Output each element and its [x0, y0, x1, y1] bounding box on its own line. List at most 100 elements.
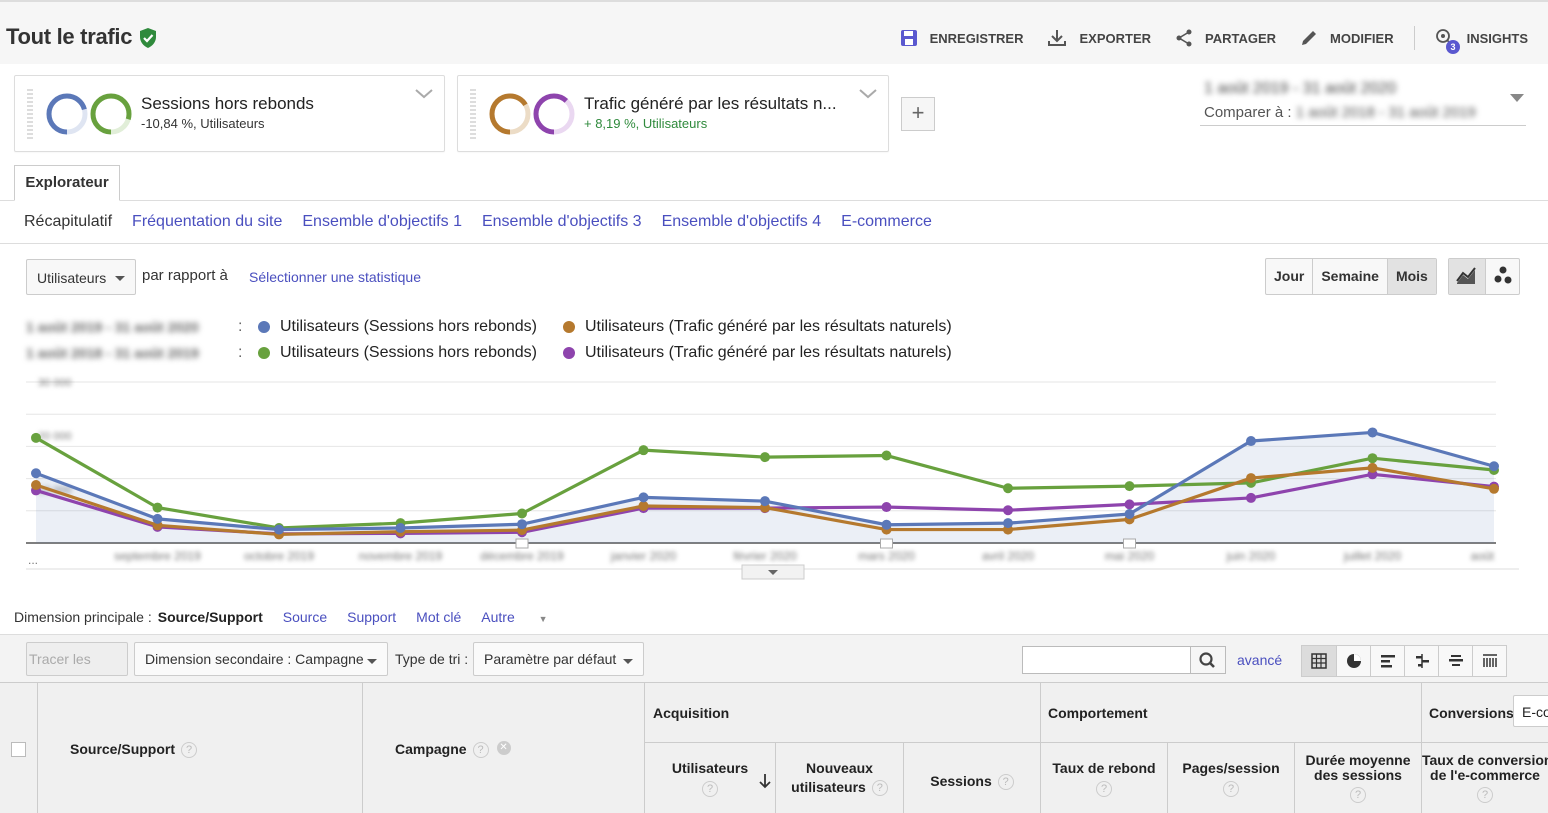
granularity-toggle: Jour Semaine Mois [1265, 258, 1437, 295]
pivot-view-button[interactable] [1472, 646, 1506, 676]
date-range-picker[interactable]: 1 août 2019 - 31 août 2020 Comparer à : … [1200, 80, 1526, 126]
help-icon[interactable]: ? [702, 781, 718, 798]
subtab-site-usage[interactable]: Fréquentation du site [132, 213, 282, 231]
column-users[interactable]: Utilisateurs ? [644, 743, 775, 813]
dimension-other-dropdown[interactable]: Autre ▼ [481, 609, 567, 625]
plot-rows-button[interactable]: Tracer les lignes [26, 642, 128, 699]
help-icon[interactable]: ? [871, 780, 888, 797]
legend-dot [563, 347, 575, 359]
sort-type-value: Paramètre par défaut [484, 651, 617, 667]
legend-label: Utilisateurs (Trafic généré par les résu… [585, 318, 952, 335]
secondary-dimension-select[interactable]: Dimension secondaire : Campagne [134, 642, 388, 676]
pivot-icon [1482, 654, 1497, 667]
granularity-day-button[interactable]: Jour [1266, 259, 1312, 294]
select-all-column [0, 683, 37, 813]
search-button[interactable] [1190, 646, 1226, 674]
insights-label: INSIGHTS [1466, 30, 1528, 46]
legend-period: 1 août 2018 - 31 août 2019 [26, 345, 199, 361]
caret-down-icon[interactable] [1510, 94, 1524, 102]
dimension-source[interactable]: Source [283, 609, 327, 625]
sort-descending-icon[interactable] [759, 773, 771, 789]
column-ecommerce-conversion-rate[interactable]: Taux de conversion de l'e-commerce ? [1421, 743, 1548, 813]
chevron-down-icon[interactable] [858, 88, 878, 100]
subtab-goal-set-1[interactable]: Ensemble d'objectifs 1 [302, 213, 462, 231]
share-icon [1176, 29, 1192, 47]
data-point [638, 492, 649, 503]
subtab-summary[interactable]: Récapitulatif [24, 213, 112, 231]
data-view-button[interactable] [1302, 646, 1336, 676]
drag-handle[interactable] [470, 89, 476, 139]
add-segment-button[interactable]: + [901, 97, 935, 131]
select-all-checkbox[interactable] [11, 742, 26, 757]
line-chart-button[interactable] [1449, 259, 1485, 294]
conversion-goal-select[interactable]: E-co [1513, 695, 1548, 727]
help-icon[interactable]: ? [1477, 787, 1493, 804]
remove-dimension-icon[interactable]: ✕ [496, 741, 511, 755]
term-cloud-icon [1448, 655, 1463, 666]
segment-donut-icon [489, 93, 531, 135]
subtab-goal-set-3[interactable]: Ensemble d'objectifs 3 [482, 213, 642, 231]
help-icon[interactable]: ? [1096, 781, 1112, 798]
group-conversions: Conversions E-co [1421, 683, 1548, 743]
edit-button[interactable]: MODIFIER [1300, 29, 1394, 47]
dimension-medium[interactable]: Support [347, 609, 396, 625]
export-button[interactable]: EXPORTER [1047, 29, 1151, 47]
segment-title: Trafic généré par les résultats n... [584, 94, 837, 113]
granularity-month-button[interactable]: Mois [1386, 259, 1436, 294]
column-source-medium[interactable]: Source/Support? [37, 683, 362, 813]
column-new-users-label-1: Nouveaux [806, 760, 873, 776]
legend-label: Utilisateurs (Trafic généré par les résu… [585, 344, 952, 361]
data-point [1246, 436, 1256, 447]
term-cloud-view-button[interactable] [1438, 646, 1472, 676]
comparison-view-button[interactable] [1404, 646, 1438, 676]
percentage-view-button[interactable] [1336, 646, 1370, 676]
legend-colon: : [238, 318, 243, 335]
share-button[interactable]: PARTAGER [1175, 29, 1276, 47]
legend-item: Utilisateurs (Sessions hors rebonds) [258, 344, 537, 362]
advanced-filter-link[interactable]: avancé [1237, 652, 1282, 668]
chart-type-toggle [1448, 258, 1520, 295]
help-icon[interactable]: ? [1350, 787, 1366, 804]
download-icon [1048, 30, 1067, 46]
save-button[interactable]: ENREGISTRER [900, 29, 1023, 47]
metric-select[interactable]: Utilisateurs [26, 259, 136, 295]
granularity-week-button[interactable]: Semaine [1312, 259, 1387, 294]
column-pages-per-session[interactable]: Pages/session ? [1167, 743, 1294, 813]
segment-change: + 8,19 %, Utilisateurs [584, 116, 708, 131]
sort-type-select[interactable]: Paramètre par défaut [473, 642, 644, 676]
data-point [1489, 483, 1499, 494]
column-sessions[interactable]: Sessions? [903, 743, 1040, 813]
users-line-chart[interactable]: 30 00020 00010 000septembre 2019 octobre … [26, 372, 1520, 582]
column-ecom-label-2: de l'e-commerce [1430, 767, 1540, 783]
x-tick-label: avril 2020 [982, 549, 1034, 563]
help-icon[interactable]: ? [997, 774, 1014, 791]
data-point [1367, 453, 1378, 464]
drag-handle[interactable] [27, 89, 33, 139]
segment-card-2[interactable]: Trafic généré par les résultats n... + 8… [457, 75, 889, 152]
column-bounce-rate[interactable]: Taux de rebond ? [1040, 743, 1167, 813]
segment-donut-icon [90, 93, 132, 135]
column-avg-session-duration[interactable]: Durée moyenne des sessions ? [1294, 743, 1421, 813]
group-behavior: Comportement [1040, 683, 1421, 743]
help-icon[interactable]: ? [472, 742, 489, 759]
report-header: Tout le trafic ENREGISTRER EXPORTER PART… [0, 0, 1548, 64]
performance-view-button[interactable] [1370, 646, 1404, 676]
x-tick-label: février 2020 [733, 549, 797, 563]
motion-chart-button[interactable] [1485, 259, 1519, 294]
column-campaign[interactable]: Campagne? ✕ [362, 683, 644, 813]
tab-explorer[interactable]: Explorateur [14, 165, 120, 201]
subtab-ecommerce[interactable]: E-commerce [841, 213, 932, 231]
dimension-keyword[interactable]: Mot clé [416, 609, 461, 625]
dimension-other-label: Autre [481, 609, 515, 625]
comparison-icon [1415, 654, 1429, 668]
bubble-chart-icon [1494, 266, 1512, 284]
column-new-users[interactable]: Nouveaux utilisateurs? [775, 743, 903, 813]
subtab-goal-set-4[interactable]: Ensemble d'objectifs 4 [662, 213, 822, 231]
data-point [881, 450, 892, 461]
chevron-down-icon[interactable] [414, 88, 434, 100]
help-icon[interactable]: ? [1223, 781, 1239, 798]
segment-card-1[interactable]: Sessions hors rebonds -10,84 %, Utilisat… [14, 75, 445, 152]
x-tick-label: mai 2020 [1105, 549, 1155, 563]
select-metric-link[interactable]: Sélectionner une statistique [249, 269, 421, 285]
help-icon[interactable]: ? [181, 742, 198, 759]
